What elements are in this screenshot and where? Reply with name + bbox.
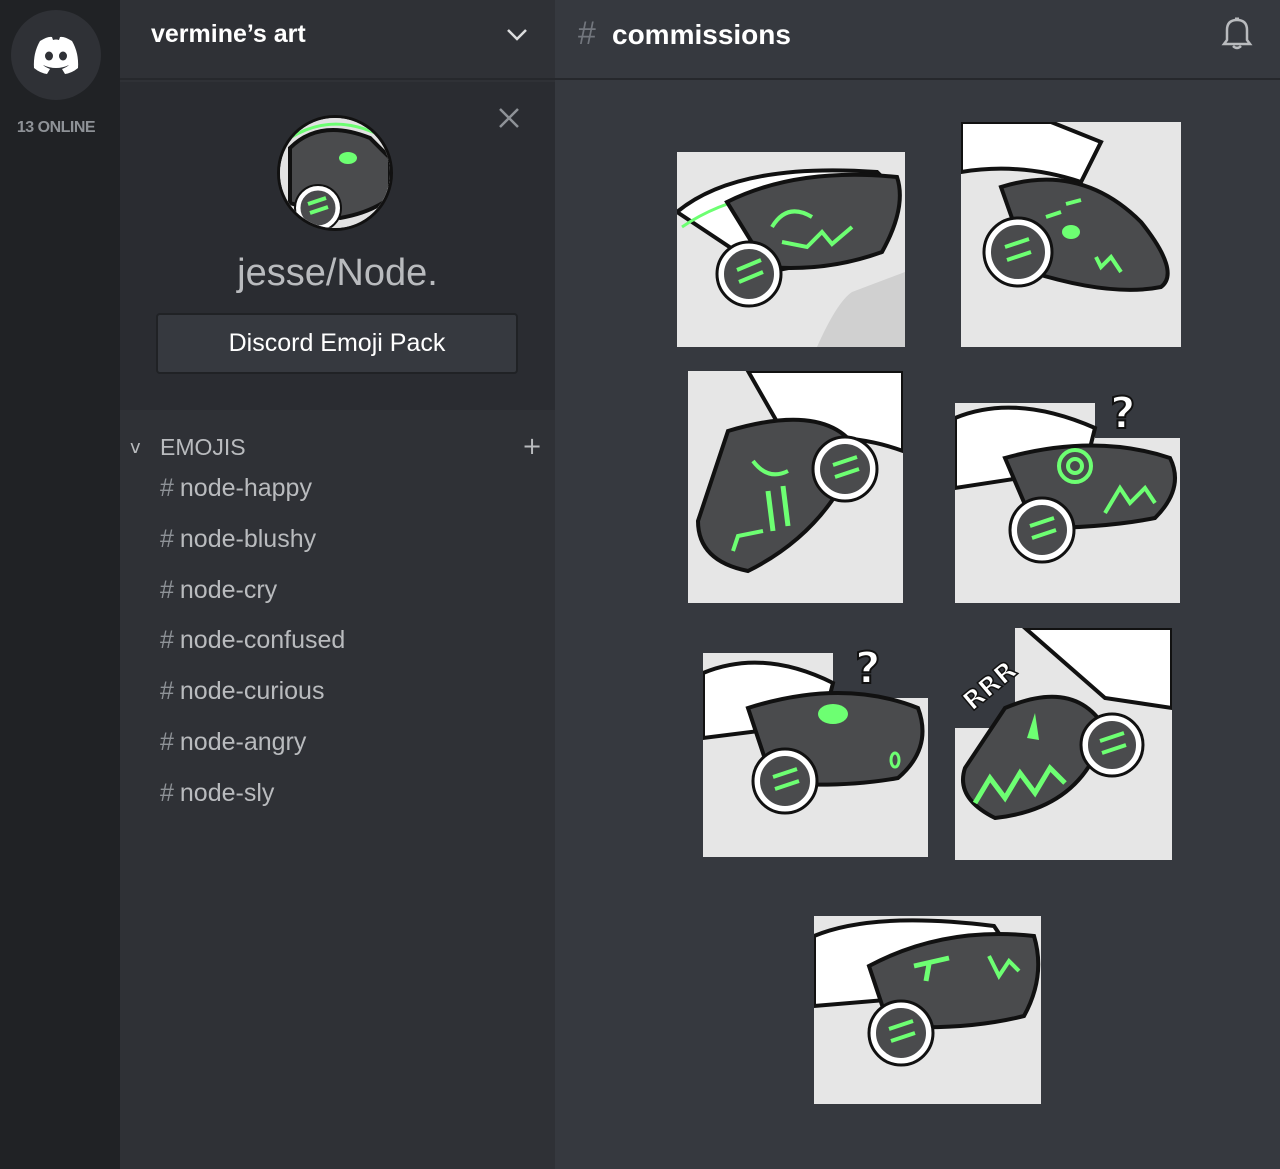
channel-name: node-confused <box>179 626 346 654</box>
category-label[interactable]: EMOJIS <box>160 434 246 461</box>
channel-item[interactable]: # node-cry <box>160 576 277 616</box>
add-channel-icon[interactable]: + <box>522 432 542 460</box>
channel-name: node-angry <box>179 728 307 756</box>
channel-item[interactable]: # node-angry <box>160 728 306 768</box>
server-rail: 13 ONLINE <box>0 0 120 1169</box>
channel-title: commissions <box>612 19 791 50</box>
channel-item[interactable]: # node-happy <box>160 474 312 514</box>
hash-icon: # <box>160 474 174 502</box>
channel-name: node-cry <box>179 576 278 604</box>
channel-item[interactable]: # node-curious <box>160 677 324 717</box>
channel-item[interactable]: # node-sly <box>160 779 274 819</box>
channel-name: node-blushy <box>179 525 317 553</box>
online-count: 13 ONLINE <box>16 119 96 136</box>
hash-icon: # <box>160 779 174 807</box>
chevron-down-icon[interactable]: v <box>130 437 141 458</box>
hash-icon: # <box>160 576 174 604</box>
avatar <box>277 115 393 231</box>
channel-sidebar: vermine’s art jesse/Node. Discord Emoji … <box>120 0 555 1169</box>
channel-item[interactable]: # node-confused <box>160 626 345 666</box>
question-mark: ? <box>1110 388 1136 439</box>
hash-icon: # <box>578 15 596 51</box>
channel-item[interactable]: # node-blushy <box>160 525 316 565</box>
emoji-blushy <box>961 122 1181 347</box>
hash-icon: # <box>160 626 174 654</box>
channel-name: node-happy <box>179 474 312 502</box>
profile-card: jesse/Node. Discord Emoji Pack <box>120 82 555 410</box>
chevron-down-icon[interactable] <box>506 28 528 42</box>
emoji-confused: ? <box>955 378 1180 603</box>
server-name: vermine’s art <box>151 20 306 48</box>
hash-icon: # <box>160 728 174 756</box>
profile-username: jesse/Node. <box>237 252 438 294</box>
server-header[interactable]: vermine’s art <box>120 0 555 80</box>
emoji-cry <box>688 371 903 603</box>
emoji-happy <box>677 152 905 347</box>
emoji-pack-button[interactable]: Discord Emoji Pack <box>156 313 518 374</box>
emoji-sly <box>814 916 1041 1104</box>
emoji-curious: ? <box>703 628 928 857</box>
emoji-angry: RRR <box>955 628 1172 860</box>
channel-name: node-curious <box>179 677 325 705</box>
channel-name: node-sly <box>179 779 275 807</box>
bell-icon[interactable] <box>1221 16 1253 50</box>
channel-header: # commissions <box>555 0 1280 80</box>
discord-logo-icon[interactable] <box>11 10 101 100</box>
close-icon[interactable] <box>497 106 521 130</box>
question-mark: ? <box>855 643 881 694</box>
hash-icon: # <box>160 677 174 705</box>
hash-icon: # <box>160 525 174 553</box>
